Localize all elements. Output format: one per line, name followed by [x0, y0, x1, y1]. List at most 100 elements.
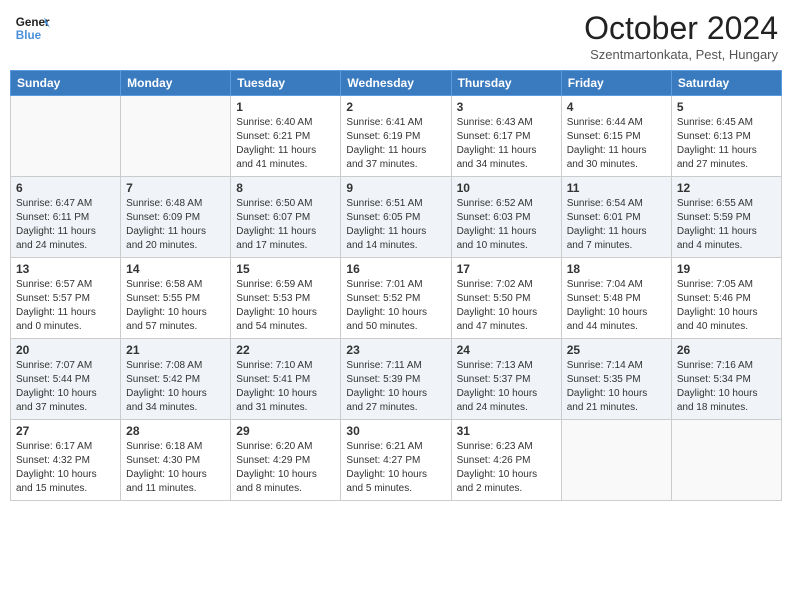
calendar-cell: 3 Sunrise: 6:43 AM Sunset: 6:17 PM Daylig… — [451, 96, 561, 177]
cell-content: Sunrise: 6:21 AM Sunset: 4:27 PM Dayligh… — [346, 440, 445, 496]
day-number: 25 — [567, 343, 666, 357]
day-number: 16 — [346, 262, 445, 276]
day-number: 4 — [567, 100, 666, 114]
weekday-header: Friday — [561, 71, 671, 96]
weekday-header: Thursday — [451, 71, 561, 96]
calendar-cell: 11 Sunrise: 6:54 AM Sunset: 6:01 PM Dayli… — [561, 177, 671, 258]
weekday-header-row: SundayMondayTuesdayWednesdayThursdayFrid… — [11, 71, 782, 96]
day-number: 27 — [16, 424, 115, 438]
day-number: 30 — [346, 424, 445, 438]
calendar-cell: 23 Sunrise: 7:11 AM Sunset: 5:39 PM Dayli… — [341, 339, 451, 420]
cell-content: Sunrise: 6:57 AM Sunset: 5:57 PM Dayligh… — [16, 278, 115, 334]
day-number: 7 — [126, 181, 225, 195]
calendar-cell: 10 Sunrise: 6:52 AM Sunset: 6:03 PM Dayli… — [451, 177, 561, 258]
day-number: 11 — [567, 181, 666, 195]
cell-content: Sunrise: 6:48 AM Sunset: 6:09 PM Dayligh… — [126, 197, 225, 253]
day-number: 10 — [457, 181, 556, 195]
calendar-cell: 27Sunrise: 6:17 AM Sunset: 4:32 PM Dayli… — [11, 420, 121, 501]
cell-content: Sunrise: 6:54 AM Sunset: 6:01 PM Dayligh… — [567, 197, 666, 253]
day-number: 28 — [126, 424, 225, 438]
cell-content: Sunrise: 7:10 AM Sunset: 5:41 PM Dayligh… — [236, 359, 335, 415]
day-number: 20 — [16, 343, 115, 357]
calendar-week-row: 20 Sunrise: 7:07 AM Sunset: 5:44 PM Dayli… — [11, 339, 782, 420]
day-number: 23 — [346, 343, 445, 357]
cell-content: Sunrise: 6:50 AM Sunset: 6:07 PM Dayligh… — [236, 197, 335, 253]
day-number: 29 — [236, 424, 335, 438]
day-number: 1 — [236, 100, 335, 114]
calendar-cell: 29 Sunrise: 6:20 AM Sunset: 4:29 PM Dayli… — [231, 420, 341, 501]
cell-content: Sunrise: 6:23 AM Sunset: 4:26 PM Dayligh… — [457, 440, 556, 496]
day-number: 6 — [16, 181, 115, 195]
svg-text:Blue: Blue — [16, 29, 42, 42]
cell-content: Sunrise: 7:08 AM Sunset: 5:42 PM Dayligh… — [126, 359, 225, 415]
cell-content: Sunrise: 6:41 AM Sunset: 6:19 PM Dayligh… — [346, 116, 445, 172]
calendar-cell — [121, 96, 231, 177]
cell-content: Sunrise: 7:11 AM Sunset: 5:39 PM Dayligh… — [346, 359, 445, 415]
day-number: 12 — [677, 181, 776, 195]
location: Szentmartonkata, Pest, Hungary — [584, 47, 778, 62]
day-number: 26 — [677, 343, 776, 357]
logo-icon: General Blue — [14, 10, 50, 46]
calendar-week-row: 13 Sunrise: 6:57 AM Sunset: 5:57 PM Dayli… — [11, 258, 782, 339]
calendar-cell: 2 Sunrise: 6:41 AM Sunset: 6:19 PM Daylig… — [341, 96, 451, 177]
cell-content: Sunrise: 6:59 AM Sunset: 5:53 PM Dayligh… — [236, 278, 335, 334]
day-number: 31 — [457, 424, 556, 438]
calendar-cell: 4 Sunrise: 6:44 AM Sunset: 6:15 PM Daylig… — [561, 96, 671, 177]
day-number: 13 — [16, 262, 115, 276]
cell-content: Sunrise: 7:07 AM Sunset: 5:44 PM Dayligh… — [16, 359, 115, 415]
day-number: 22 — [236, 343, 335, 357]
calendar-cell: 20 Sunrise: 7:07 AM Sunset: 5:44 PM Dayli… — [11, 339, 121, 420]
cell-content: Sunrise: 6:40 AM Sunset: 6:21 PM Dayligh… — [236, 116, 335, 172]
calendar-cell: 30 Sunrise: 6:21 AM Sunset: 4:27 PM Dayli… — [341, 420, 451, 501]
calendar-cell — [561, 420, 671, 501]
day-number: 15 — [236, 262, 335, 276]
calendar-cell: 12Sunrise: 6:55 AM Sunset: 5:59 PM Dayli… — [671, 177, 781, 258]
calendar-cell: 8Sunrise: 6:50 AM Sunset: 6:07 PM Daylig… — [231, 177, 341, 258]
cell-content: Sunrise: 6:47 AM Sunset: 6:11 PM Dayligh… — [16, 197, 115, 253]
weekday-header: Wednesday — [341, 71, 451, 96]
cell-content: Sunrise: 6:43 AM Sunset: 6:17 PM Dayligh… — [457, 116, 556, 172]
calendar-cell: 18 Sunrise: 7:04 AM Sunset: 5:48 PM Dayli… — [561, 258, 671, 339]
calendar-week-row: 1 Sunrise: 6:40 AM Sunset: 6:21 PM Daylig… — [11, 96, 782, 177]
day-number: 3 — [457, 100, 556, 114]
day-number: 17 — [457, 262, 556, 276]
calendar-cell: 31 Sunrise: 6:23 AM Sunset: 4:26 PM Dayli… — [451, 420, 561, 501]
calendar-cell: 16Sunrise: 7:01 AM Sunset: 5:52 PM Dayli… — [341, 258, 451, 339]
day-number: 19 — [677, 262, 776, 276]
calendar-cell: 5 Sunrise: 6:45 AM Sunset: 6:13 PM Daylig… — [671, 96, 781, 177]
weekday-header: Sunday — [11, 71, 121, 96]
day-number: 21 — [126, 343, 225, 357]
cell-content: Sunrise: 6:44 AM Sunset: 6:15 PM Dayligh… — [567, 116, 666, 172]
cell-content: Sunrise: 6:52 AM Sunset: 6:03 PM Dayligh… — [457, 197, 556, 253]
calendar-cell: 17Sunrise: 7:02 AM Sunset: 5:50 PM Dayli… — [451, 258, 561, 339]
day-number: 18 — [567, 262, 666, 276]
day-number: 24 — [457, 343, 556, 357]
calendar-cell: 6 Sunrise: 6:47 AM Sunset: 6:11 PM Daylig… — [11, 177, 121, 258]
calendar-week-row: 27Sunrise: 6:17 AM Sunset: 4:32 PM Dayli… — [11, 420, 782, 501]
cell-content: Sunrise: 6:18 AM Sunset: 4:30 PM Dayligh… — [126, 440, 225, 496]
page-header: General Blue October 2024 Szentmartonkat… — [10, 10, 782, 62]
calendar-cell: 13 Sunrise: 6:57 AM Sunset: 5:57 PM Dayli… — [11, 258, 121, 339]
weekday-header: Saturday — [671, 71, 781, 96]
cell-content: Sunrise: 7:05 AM Sunset: 5:46 PM Dayligh… — [677, 278, 776, 334]
day-number: 2 — [346, 100, 445, 114]
cell-content: Sunrise: 7:04 AM Sunset: 5:48 PM Dayligh… — [567, 278, 666, 334]
title-area: October 2024 Szentmartonkata, Pest, Hung… — [584, 10, 778, 62]
month-title: October 2024 — [584, 10, 778, 47]
calendar-cell: 25Sunrise: 7:14 AM Sunset: 5:35 PM Dayli… — [561, 339, 671, 420]
cell-content: Sunrise: 6:20 AM Sunset: 4:29 PM Dayligh… — [236, 440, 335, 496]
calendar-cell — [671, 420, 781, 501]
calendar-cell: 28 Sunrise: 6:18 AM Sunset: 4:30 PM Dayli… — [121, 420, 231, 501]
calendar-cell: 9Sunrise: 6:51 AM Sunset: 6:05 PM Daylig… — [341, 177, 451, 258]
cell-content: Sunrise: 6:45 AM Sunset: 6:13 PM Dayligh… — [677, 116, 776, 172]
cell-content: Sunrise: 6:58 AM Sunset: 5:55 PM Dayligh… — [126, 278, 225, 334]
cell-content: Sunrise: 7:16 AM Sunset: 5:34 PM Dayligh… — [677, 359, 776, 415]
calendar-table: SundayMondayTuesdayWednesdayThursdayFrid… — [10, 70, 782, 501]
calendar-cell: 7 Sunrise: 6:48 AM Sunset: 6:09 PM Daylig… — [121, 177, 231, 258]
weekday-header: Tuesday — [231, 71, 341, 96]
day-number: 14 — [126, 262, 225, 276]
calendar-cell: 21 Sunrise: 7:08 AM Sunset: 5:42 PM Dayli… — [121, 339, 231, 420]
cell-content: Sunrise: 7:13 AM Sunset: 5:37 PM Dayligh… — [457, 359, 556, 415]
calendar-cell: 22 Sunrise: 7:10 AM Sunset: 5:41 PM Dayli… — [231, 339, 341, 420]
day-number: 5 — [677, 100, 776, 114]
